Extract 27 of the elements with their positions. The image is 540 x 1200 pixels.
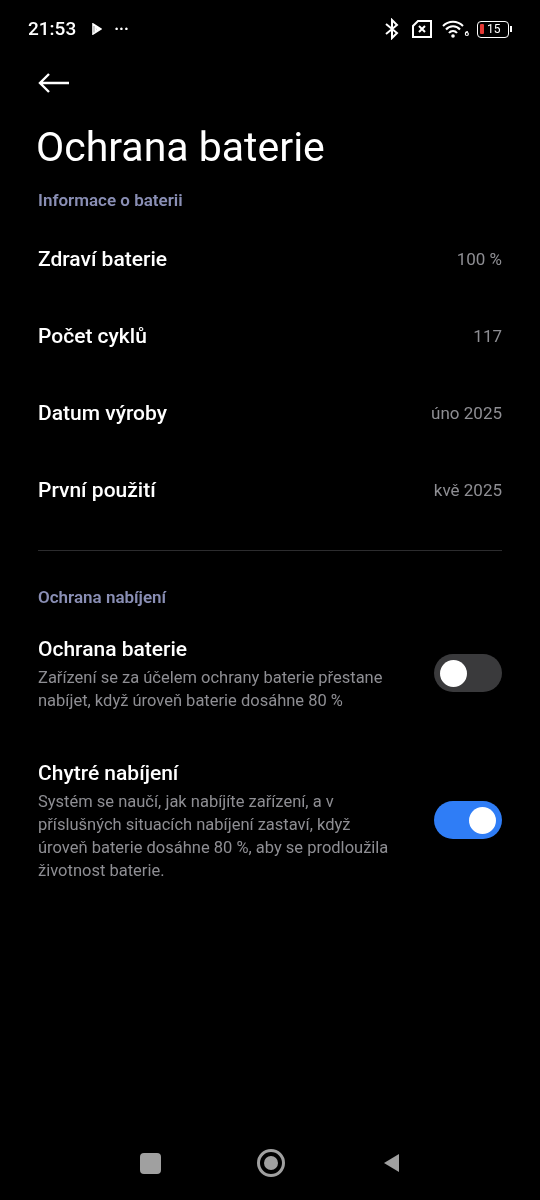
setting-value: kvě 2025	[433, 479, 502, 503]
section-header: Informace o baterii	[37, 189, 184, 212]
setting-label: Datum výroby	[38, 400, 167, 428]
toggle-switch[interactable]	[434, 801, 502, 839]
setting-label: Chytré nabíjení	[38, 760, 180, 787]
setting-label: Zdraví baterie	[38, 246, 167, 274]
setting-label: Počet cyklů	[38, 323, 147, 351]
setting-value: úno 2025	[431, 402, 502, 426]
battery-indicator: 15	[477, 20, 512, 38]
wifi-number: 6	[464, 30, 469, 38]
no-sim-icon	[411, 19, 434, 39]
home-button[interactable]	[256, 1149, 285, 1177]
status-time: 21:53	[28, 15, 77, 42]
setting-value: 100 %	[456, 248, 502, 272]
back-arrow-icon[interactable]	[38, 72, 70, 94]
section-header: Ochrana nabíjení	[37, 585, 168, 609]
setting-description: Systém se naučí, jak nabíjíte zařízení, a v příslušných situacích nabíjení zastaví, když úroveň baterie dosáhne 80 %, aby se prodloužila životnost baterie.	[38, 791, 390, 882]
setting-label: Ochrana baterie	[38, 636, 189, 663]
wifi-icon	[442, 20, 465, 38]
toggle-switch[interactable]	[434, 654, 502, 692]
recents-button[interactable]	[139, 1152, 161, 1174]
setting-value: 117	[473, 325, 502, 349]
more-indicator: ···	[114, 18, 129, 40]
setting-description: Zařízení se za účelem ochrany baterie přestane nabíjet, když úroveň baterie dosáhne 80 %	[38, 667, 384, 712]
play-icon	[92, 23, 103, 35]
setting-label: První použití	[38, 477, 156, 505]
page-title: Ochrana baterie	[35, 122, 326, 172]
